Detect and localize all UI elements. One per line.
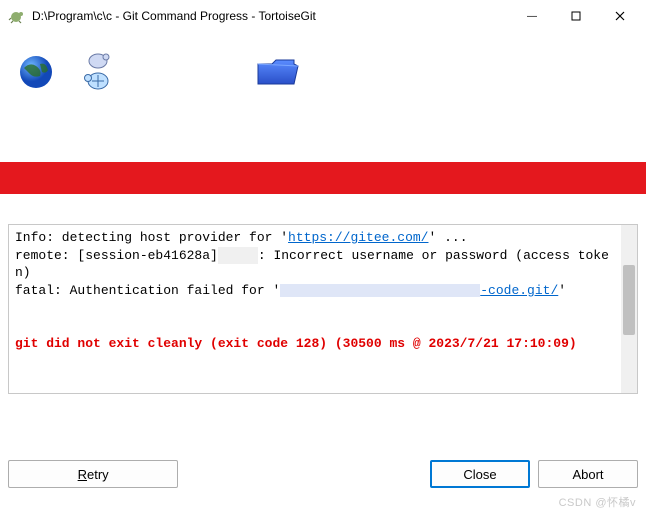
globe-icon — [16, 52, 56, 92]
log-output-container: Info: detecting host provider for 'https… — [8, 224, 638, 394]
log-line-fatal: fatal: Authentication failed for '-code.… — [15, 283, 566, 298]
maximize-button[interactable] — [554, 1, 598, 31]
title-bar: D:\Program\c\c - Git Command Progress - … — [0, 0, 646, 32]
scrollbar[interactable] — [621, 225, 637, 393]
close-window-button[interactable] — [598, 1, 642, 31]
button-row: Retry Close Abort — [0, 460, 646, 488]
log-line-info: Info: detecting host provider for 'https… — [15, 230, 468, 245]
watermark: CSDN @怀橘v — [559, 494, 636, 510]
repo-url-link[interactable]: -code.git/ — [480, 283, 558, 298]
tortoise-git-icon — [8, 8, 24, 24]
abort-button[interactable]: Abort — [538, 460, 638, 488]
window-controls: — — [510, 1, 642, 31]
scrollbar-thumb[interactable] — [623, 265, 635, 335]
tortoise-transfer-icon — [80, 51, 116, 93]
log-error-line: git did not exit cleanly (exit code 128)… — [15, 336, 577, 351]
log-output[interactable]: Info: detecting host provider for 'https… — [9, 225, 621, 393]
log-line-remote: remote: [session-eb41628a] : Incorrect u… — [15, 248, 609, 281]
progress-bar — [0, 162, 646, 194]
close-button[interactable]: Close — [430, 460, 530, 488]
folder-icon — [254, 54, 302, 90]
retry-button[interactable]: Retry — [8, 460, 178, 488]
icon-row — [0, 32, 646, 112]
minimize-button[interactable]: — — [510, 1, 554, 31]
detected-host-link[interactable]: https://gitee.com/ — [288, 230, 428, 245]
window-title: D:\Program\c\c - Git Command Progress - … — [32, 9, 510, 23]
redacted-url — [280, 284, 480, 297]
